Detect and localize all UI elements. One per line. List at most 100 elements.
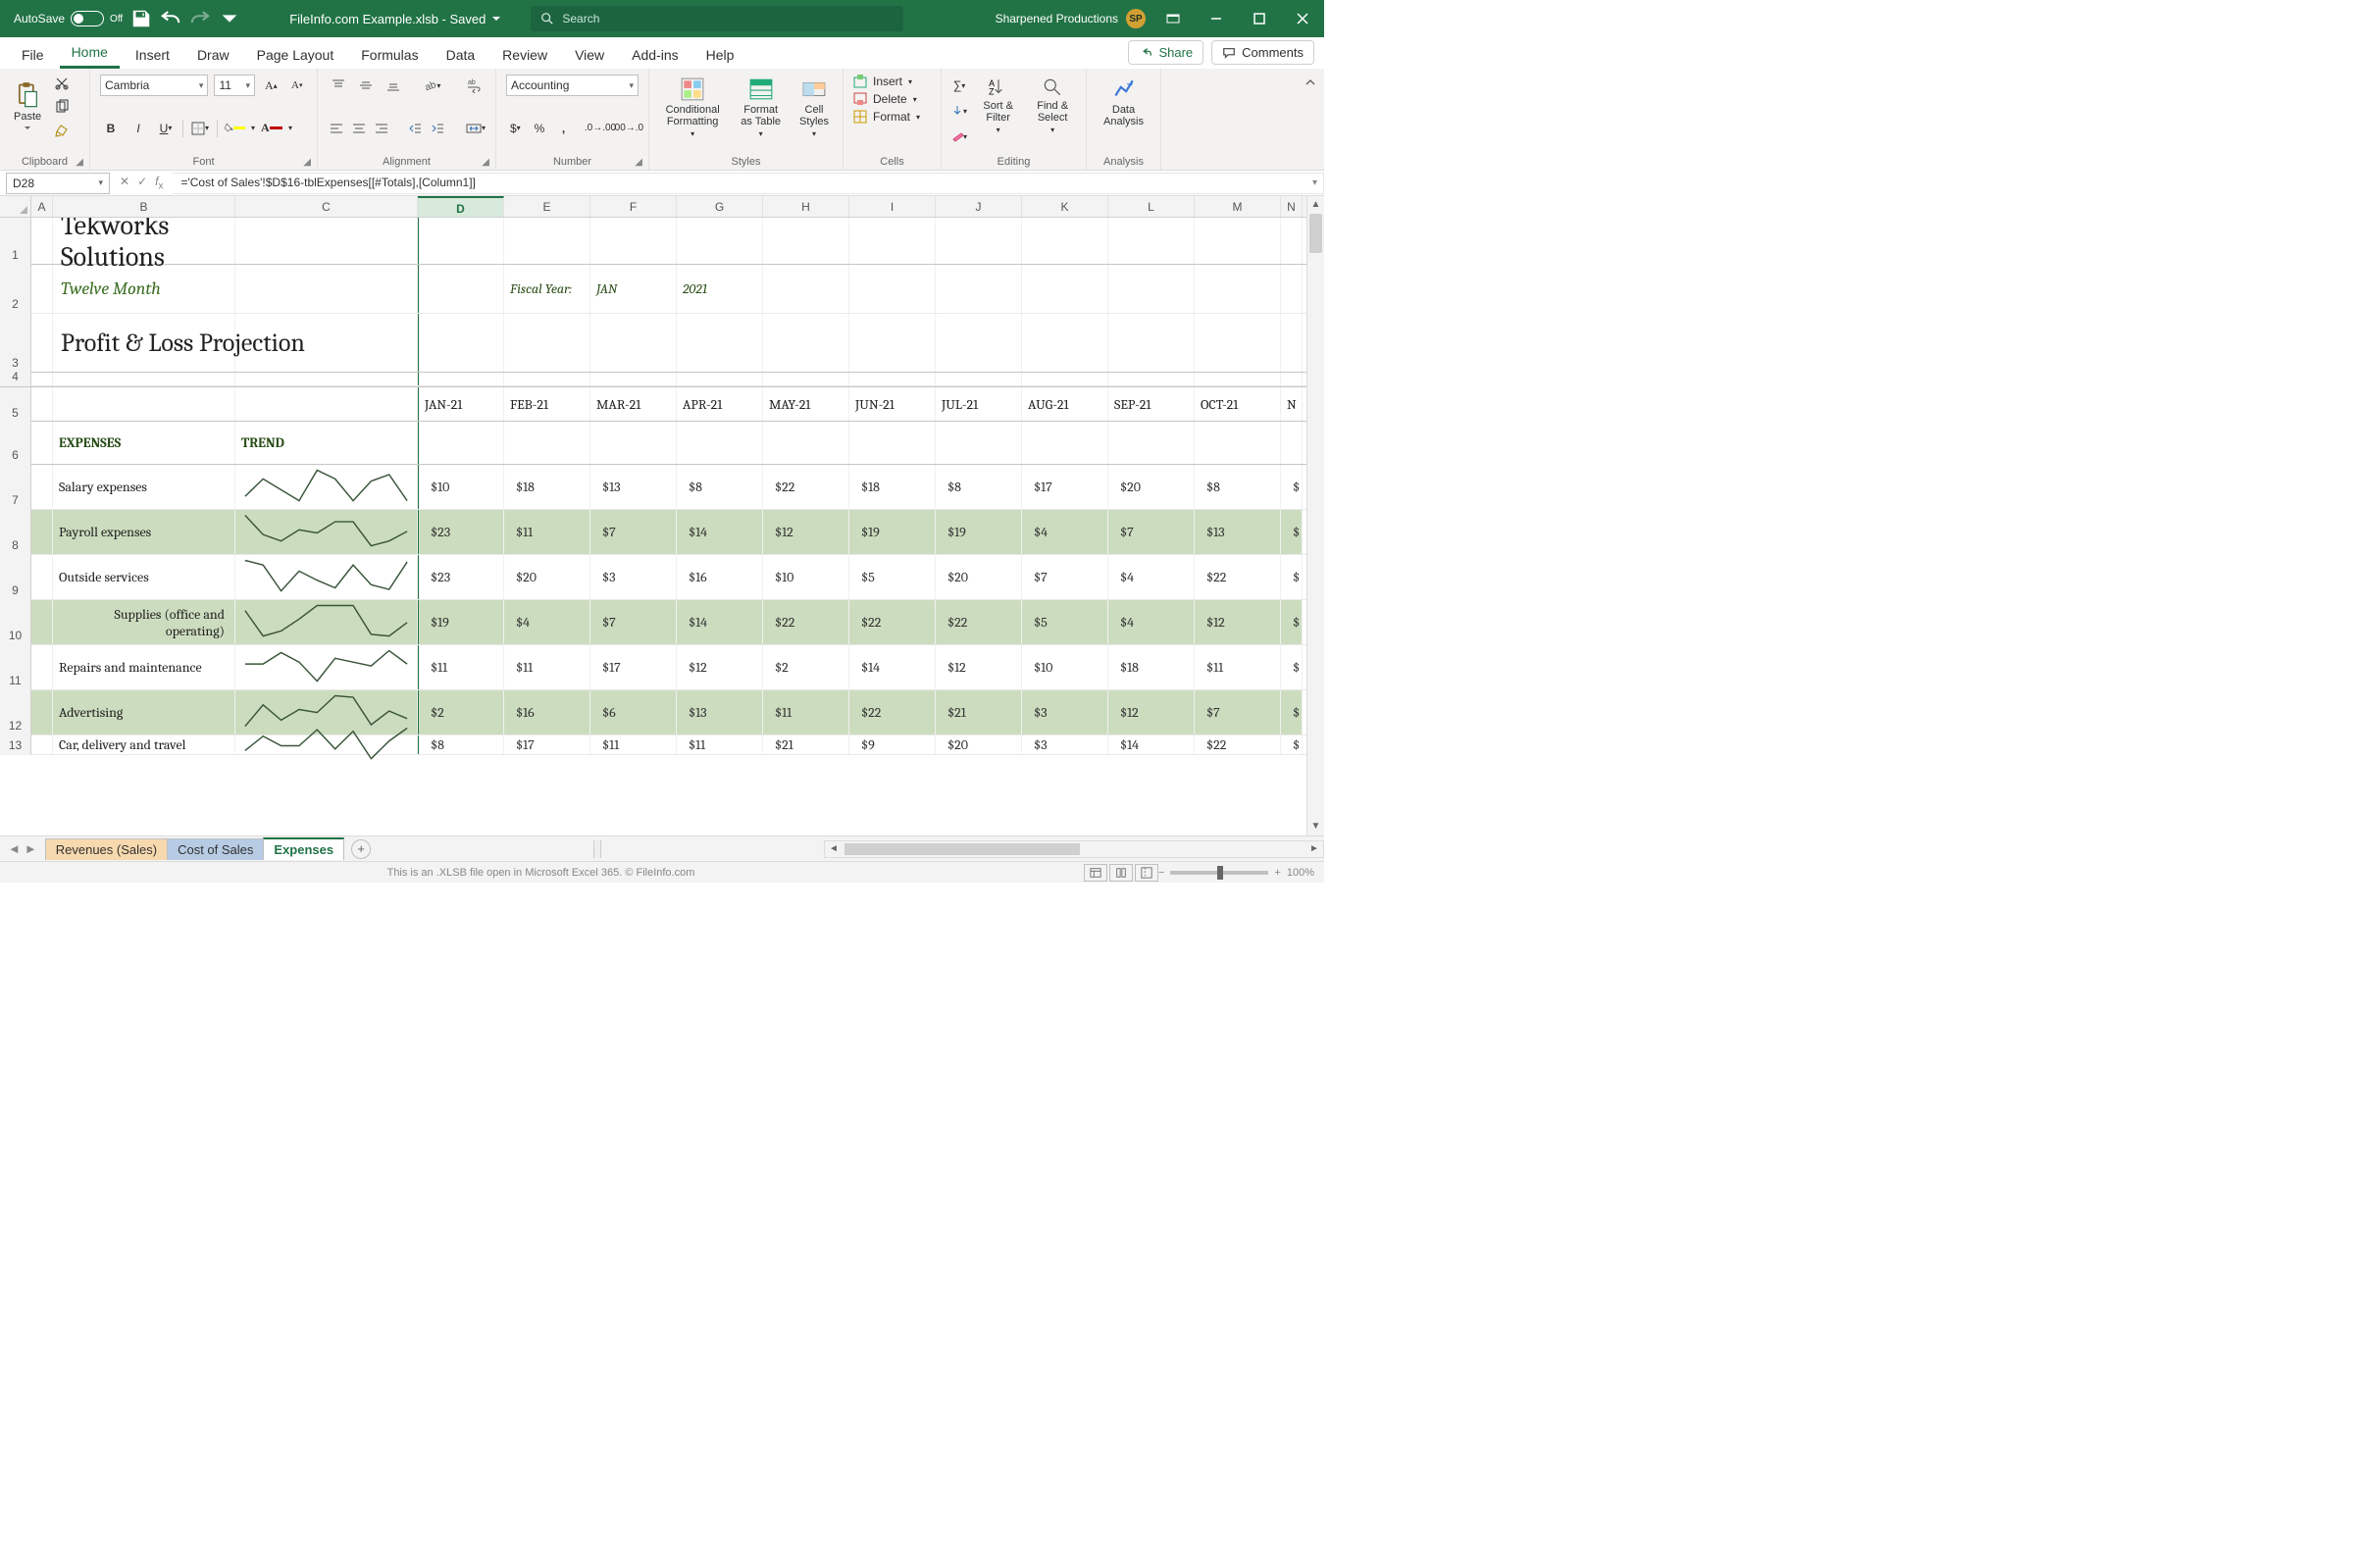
cell[interactable]: AUG-21 xyxy=(1022,387,1108,421)
minimize-icon[interactable] xyxy=(1195,0,1238,37)
row-header[interactable]: 13 xyxy=(0,735,31,755)
cell[interactable] xyxy=(418,373,504,385)
sheet-nav-next-icon[interactable]: ► xyxy=(25,841,37,856)
cell[interactable]: $19 xyxy=(849,510,936,554)
tab-data[interactable]: Data xyxy=(435,41,487,69)
cell[interactable] xyxy=(31,265,53,313)
cell[interactable]: $2 xyxy=(418,690,504,734)
cell[interactable] xyxy=(849,218,936,264)
cell[interactable] xyxy=(1281,422,1303,464)
account-button[interactable]: Sharpened Productions SP xyxy=(996,9,1151,28)
cell[interactable]: Repairs and maintenance xyxy=(53,645,235,689)
conditional-formatting-button[interactable]: Conditional Formatting▾ xyxy=(659,75,726,140)
cell[interactable]: $ xyxy=(1281,510,1303,554)
cell[interactable]: $21 xyxy=(936,690,1022,734)
dialog-launcher-icon[interactable]: ◢ xyxy=(482,157,489,168)
page-break-view-icon[interactable] xyxy=(1135,864,1158,882)
cell[interactable]: $22 xyxy=(849,690,936,734)
cell[interactable]: $11 xyxy=(763,690,849,734)
zoom-level[interactable]: 100% xyxy=(1287,867,1314,879)
cell[interactable]: $7 xyxy=(1022,555,1108,599)
col-header[interactable]: E xyxy=(504,196,590,217)
cell[interactable] xyxy=(1108,218,1195,264)
cell[interactable]: $20 xyxy=(936,735,1022,754)
cell[interactable]: $22 xyxy=(1195,555,1281,599)
cell[interactable]: $ xyxy=(1281,690,1303,734)
cell[interactable] xyxy=(235,314,418,372)
cell[interactable]: $7 xyxy=(590,510,677,554)
vertical-scrollbar[interactable]: ▲ ▼ xyxy=(1306,196,1324,835)
cell[interactable] xyxy=(763,422,849,464)
cell[interactable]: JAN xyxy=(590,265,677,313)
collapse-ribbon-icon[interactable] xyxy=(1297,69,1324,170)
zoom-in-icon[interactable]: + xyxy=(1274,867,1280,879)
format-cells-button[interactable]: Format ▾ xyxy=(853,110,931,124)
col-header[interactable]: K xyxy=(1022,196,1108,217)
name-box[interactable]: D28▾ xyxy=(6,173,110,194)
cell[interactable]: $8 xyxy=(936,465,1022,509)
align-top-icon[interactable] xyxy=(328,75,349,96)
cell[interactable] xyxy=(31,510,53,554)
decrease-indent-icon[interactable] xyxy=(407,118,424,139)
col-header[interactable]: L xyxy=(1108,196,1195,217)
cell[interactable] xyxy=(936,422,1022,464)
merge-center-icon[interactable]: ▾ xyxy=(466,118,486,139)
cell[interactable] xyxy=(1195,314,1281,372)
cell[interactable] xyxy=(235,265,418,313)
cell[interactable] xyxy=(1022,314,1108,372)
cell[interactable]: $4 xyxy=(1108,600,1195,644)
autosum-icon[interactable]: ∑ ▾ xyxy=(951,75,967,96)
cell[interactable]: $14 xyxy=(1108,735,1195,754)
sort-filter-button[interactable]: AZSort & Filter▾ xyxy=(977,75,1019,136)
cell[interactable]: $21 xyxy=(763,735,849,754)
row-header[interactable]: 11 xyxy=(0,645,31,690)
cell[interactable]: $5 xyxy=(849,555,936,599)
undo-icon[interactable] xyxy=(160,8,181,29)
normal-view-icon[interactable] xyxy=(1084,864,1107,882)
cell[interactable]: $13 xyxy=(677,690,763,734)
fx-icon[interactable]: fx xyxy=(155,175,163,191)
cell[interactable]: $9 xyxy=(849,735,936,754)
cell[interactable]: $20 xyxy=(936,555,1022,599)
cell[interactable] xyxy=(504,422,590,464)
select-all-corner[interactable] xyxy=(0,196,31,217)
save-icon[interactable] xyxy=(130,8,152,29)
row-header[interactable]: 7 xyxy=(0,465,31,510)
row-header[interactable]: 8 xyxy=(0,510,31,555)
cell[interactable]: $10 xyxy=(763,555,849,599)
align-left-icon[interactable] xyxy=(328,118,344,139)
cell[interactable] xyxy=(936,218,1022,264)
new-sheet-icon[interactable]: + xyxy=(351,839,371,859)
cell[interactable] xyxy=(1108,314,1195,372)
tab-addins[interactable]: Add-ins xyxy=(620,41,690,69)
cell[interactable]: MAY-21 xyxy=(763,387,849,421)
cell[interactable]: $10 xyxy=(418,465,504,509)
cell[interactable] xyxy=(31,387,53,421)
cell[interactable]: $6 xyxy=(590,690,677,734)
cell[interactable] xyxy=(677,218,763,264)
clear-icon[interactable]: ▾ xyxy=(951,126,967,147)
cell[interactable]: $18 xyxy=(1108,645,1195,689)
cell[interactable] xyxy=(849,314,936,372)
cell[interactable] xyxy=(849,265,936,313)
cell[interactable]: $3 xyxy=(1022,690,1108,734)
cell[interactable] xyxy=(1195,265,1281,313)
cell[interactable]: $23 xyxy=(418,510,504,554)
cell[interactable] xyxy=(1195,373,1281,385)
row-header[interactable]: 3 xyxy=(0,314,31,373)
row-header[interactable]: 4 xyxy=(0,373,31,386)
percent-format-icon[interactable]: % xyxy=(531,118,549,139)
cell[interactable]: Advertising xyxy=(53,690,235,734)
row-header[interactable]: 9 xyxy=(0,555,31,600)
cell[interactable]: Salary expenses xyxy=(53,465,235,509)
cell[interactable]: $19 xyxy=(418,600,504,644)
cell[interactable] xyxy=(31,422,53,464)
italic-icon[interactable]: I xyxy=(128,118,149,139)
col-header[interactable]: H xyxy=(763,196,849,217)
cell[interactable] xyxy=(1281,218,1303,264)
cell[interactable] xyxy=(590,314,677,372)
cell[interactable] xyxy=(1108,265,1195,313)
page-layout-view-icon[interactable] xyxy=(1109,864,1133,882)
col-header[interactable]: G xyxy=(677,196,763,217)
cell[interactable] xyxy=(1022,265,1108,313)
